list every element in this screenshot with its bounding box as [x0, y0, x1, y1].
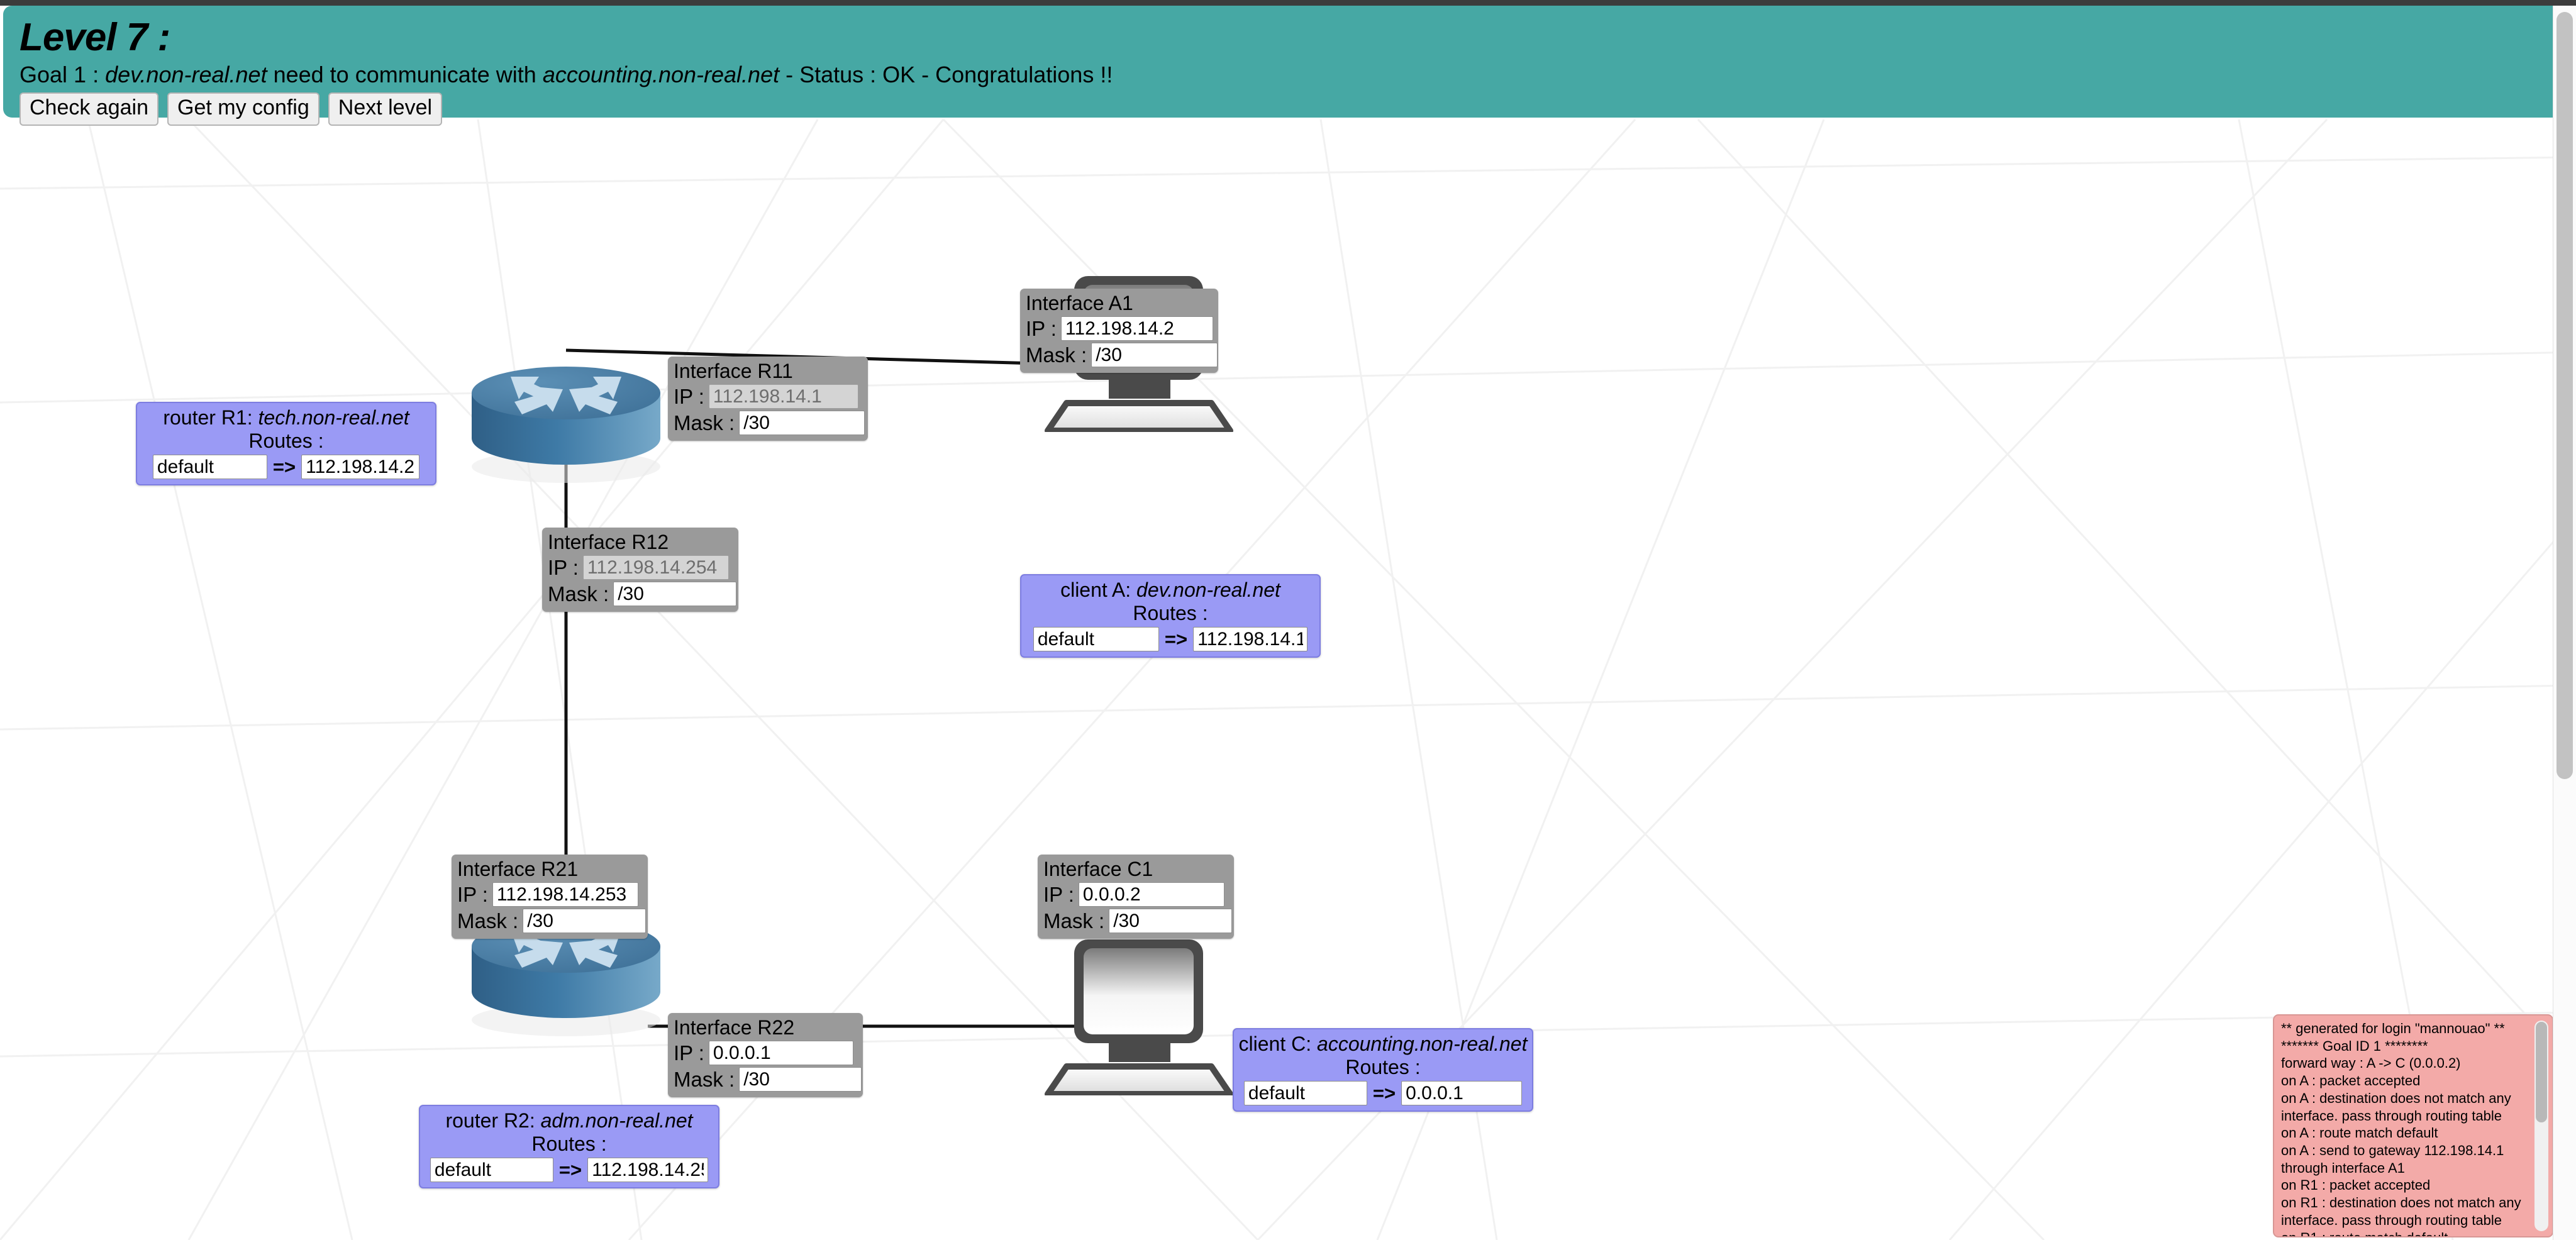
interface-r21-title: Interface R21 [457, 858, 642, 880]
client-c-route-row: => [1238, 1081, 1528, 1105]
client-c-route-arrow: => [1373, 1083, 1396, 1103]
interface-c1-ip-label: IP : [1043, 883, 1074, 906]
page-scrollbar-thumb[interactable] [2557, 12, 2573, 779]
goal-source-host: dev.non-real.net [105, 62, 267, 87]
interface-c1-title: Interface C1 [1043, 858, 1228, 880]
interface-r11-ip-row: IP : [674, 384, 862, 409]
client-a-route-arrow: => [1165, 629, 1187, 649]
router-r2-route-arrow: => [559, 1160, 582, 1180]
interface-c1-mask-input[interactable] [1109, 909, 1232, 933]
topology-canvas: Interface A1 IP : Mask : Interface R11 I… [0, 118, 2553, 1240]
interface-r11-ip-input [709, 384, 858, 409]
page-title: Level 7 : [19, 17, 2546, 58]
interface-r12-box: Interface R12 IP : Mask : [542, 528, 738, 612]
interface-c1-mask-row: Mask : [1043, 909, 1228, 933]
interface-r11-title: Interface R11 [674, 360, 862, 382]
browser-chrome-strip [0, 0, 2576, 6]
interface-r21-mask-input[interactable] [523, 909, 646, 933]
interface-r22-mask-label: Mask : [674, 1068, 735, 1091]
goal-middle: need to communicate with [267, 62, 543, 87]
interface-c1-mask-label: Mask : [1043, 910, 1104, 933]
interface-r22-mask-row: Mask : [674, 1067, 857, 1092]
interface-c1-box: Interface C1 IP : Mask : [1038, 855, 1234, 939]
page-scrollbar[interactable] [2553, 6, 2576, 1240]
interface-r12-ip-input [583, 555, 729, 580]
router-r1-domain: tech.non-real.net [258, 406, 409, 429]
interface-a1-title: Interface A1 [1026, 292, 1213, 314]
interface-a1-ip-row: IP : [1026, 316, 1213, 341]
trace-log-text: ** generated for login "mannouao" ** ***… [2281, 1020, 2546, 1237]
interface-r22-ip-label: IP : [674, 1042, 704, 1065]
client-c-domain: accounting.non-real.net [1317, 1032, 1527, 1055]
interface-r12-mask-input[interactable] [613, 582, 736, 606]
goal-status-text: Goal 1 : dev.non-real.net need to commun… [19, 62, 2546, 87]
client-c-route-gateway-input[interactable] [1401, 1081, 1522, 1105]
level-banner: Level 7 : Goal 1 : dev.non-real.net need… [3, 6, 2563, 118]
interface-r21-ip-input[interactable] [492, 882, 638, 907]
interface-r22-title: Interface R22 [674, 1016, 857, 1039]
client-a-domain: dev.non-real.net [1136, 578, 1280, 601]
client-c-routes-label: Routes : [1238, 1056, 1528, 1079]
client-a-route-gateway-input[interactable] [1193, 627, 1307, 651]
interface-r11-mask-label: Mask : [674, 412, 735, 435]
client-a-routes-label: Routes : [1026, 602, 1315, 625]
router-r2-route-dest-input[interactable] [430, 1158, 553, 1182]
interface-r22-ip-row: IP : [674, 1041, 857, 1065]
trace-log-scrollbar-thumb[interactable] [2536, 1022, 2547, 1122]
router-r1-route-dest-input[interactable] [153, 455, 267, 479]
interface-r21-mask-row: Mask : [457, 909, 642, 933]
interface-c1-ip-input[interactable] [1079, 882, 1224, 907]
router-r1-route-gateway-input[interactable] [301, 455, 419, 479]
interface-r11-mask-input[interactable] [739, 411, 865, 435]
interface-a1-box: Interface A1 IP : Mask : [1020, 289, 1218, 373]
interface-r11-mask-row: Mask : [674, 411, 862, 435]
router-r1-routes-box: router R1: tech.non-real.net Routes : => [136, 402, 436, 485]
interface-a1-ip-input[interactable] [1061, 316, 1213, 341]
interface-r11-box: Interface R11 IP : Mask : [668, 357, 868, 441]
trace-log-scrollbar[interactable] [2534, 1021, 2548, 1231]
router-r2-routes-box: router R2: adm.non-real.net Routes : => [419, 1105, 719, 1188]
goal-destination-host: accounting.non-real.net [543, 62, 779, 87]
client-a-routes-box: client A: dev.non-real.net Routes : => [1020, 574, 1321, 658]
interface-r22-ip-input[interactable] [709, 1041, 853, 1065]
router-r1-icon[interactable] [462, 357, 670, 485]
interface-r22-mask-input[interactable] [739, 1067, 862, 1092]
router-r2-title: router R2: adm.non-real.net [425, 1109, 714, 1132]
client-a-title: client A: dev.non-real.net [1026, 578, 1315, 602]
goal-prefix: Goal 1 : [19, 62, 105, 87]
app-root: Level 7 : Goal 1 : dev.non-real.net need… [0, 0, 2576, 1240]
client-c-routes-box: client C: accounting.non-real.net Routes… [1233, 1028, 1533, 1112]
interface-r21-mask-label: Mask : [457, 910, 518, 933]
interface-a1-mask-input[interactable] [1091, 343, 1218, 367]
interface-r21-box: Interface R21 IP : Mask : [452, 855, 648, 939]
router-r1-routes-label: Routes : [142, 429, 431, 453]
router-r2-domain: adm.non-real.net [541, 1109, 693, 1132]
interface-a1-mask-row: Mask : [1026, 343, 1213, 367]
router-r2-routes-label: Routes : [425, 1132, 714, 1156]
interface-r22-box: Interface R22 IP : Mask : [668, 1013, 863, 1097]
trace-log-panel[interactable]: ** generated for login "mannouao" ** ***… [2273, 1014, 2553, 1237]
interface-a1-ip-label: IP : [1026, 318, 1057, 340]
client-a-route-dest-input[interactable] [1033, 627, 1159, 651]
interface-r21-ip-label: IP : [457, 883, 488, 906]
client-c-route-dest-input[interactable] [1244, 1081, 1367, 1105]
router-r2-route-row: => [425, 1158, 714, 1182]
interface-r21-ip-row: IP : [457, 882, 642, 907]
goal-status-suffix: - Status : OK - Congratulations !! [779, 62, 1113, 87]
interface-r12-ip-label: IP : [548, 556, 579, 579]
client-c-title: client C: accounting.non-real.net [1238, 1032, 1528, 1056]
client-c-icon[interactable] [1025, 932, 1242, 1095]
interface-a1-mask-label: Mask : [1026, 344, 1087, 367]
router-r2-route-gateway-input[interactable] [587, 1158, 708, 1182]
client-a-route-row: => [1026, 627, 1315, 651]
interface-c1-ip-row: IP : [1043, 882, 1228, 907]
router-r1-route-row: => [142, 455, 431, 479]
interface-r12-mask-label: Mask : [548, 583, 609, 606]
interface-r12-title: Interface R12 [548, 531, 733, 553]
interface-r12-ip-row: IP : [548, 555, 733, 580]
router-r1-route-arrow: => [273, 457, 296, 477]
interface-r12-mask-row: Mask : [548, 582, 733, 606]
router-r1-title: router R1: tech.non-real.net [142, 406, 431, 429]
interface-r11-ip-label: IP : [674, 385, 704, 408]
